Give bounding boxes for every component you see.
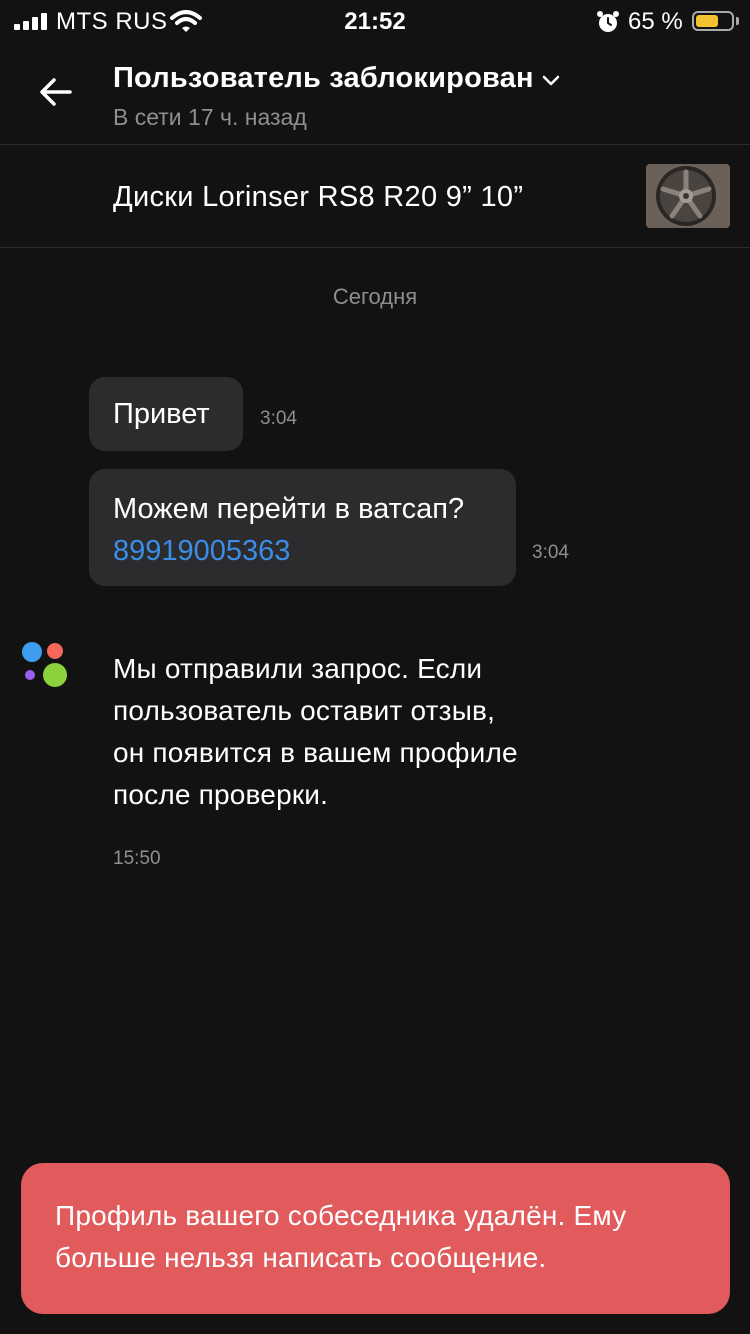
alarm-clock-icon xyxy=(597,11,619,32)
profile-deleted-toast[interactable]: Профиль вашего собеседника удалён. Ему б… xyxy=(21,1163,730,1314)
chat-title: Пользователь заблокирован xyxy=(113,62,534,94)
message-time: 3:04 xyxy=(532,542,569,563)
chevron-down-icon xyxy=(542,75,559,85)
system-message: Мы отправили запрос. Если пользователь о… xyxy=(113,648,583,816)
date-separator: Сегодня xyxy=(332,284,418,309)
listing-title: Диски Lorinser RS8 R20 9” 10” xyxy=(113,181,524,213)
message-time: 3:04 xyxy=(260,408,297,429)
battery-percent: 65 % xyxy=(628,8,683,35)
battery-icon xyxy=(692,11,734,31)
battery-level xyxy=(696,15,718,27)
battery-tip xyxy=(736,17,739,25)
phone-link[interactable]: 89919005363 xyxy=(113,530,492,572)
toast-line: больше нельзя написать сообщение. xyxy=(55,1242,547,1273)
message-text: Можем перейти в ватсап? xyxy=(113,493,465,525)
system-message-line: Мы отправили запрос. Если xyxy=(113,653,483,684)
chat-title-dropdown[interactable]: Пользователь заблокирован xyxy=(113,62,560,95)
online-status: В сети 17 ч. назад xyxy=(113,104,307,130)
system-message-line: он появится в вашем профиле xyxy=(113,737,518,768)
message-text: Привет xyxy=(113,398,210,430)
message-bubble[interactable]: Привет xyxy=(89,377,243,451)
message-bubble[interactable]: Можем перейти в ватсап? 89919005363 xyxy=(89,469,516,586)
message-time: 15:50 xyxy=(113,848,161,869)
service-bot-logo-icon xyxy=(22,642,67,687)
chat-header: Пользователь заблокирован В сети 17 ч. н… xyxy=(0,40,750,145)
toast-line: Профиль вашего собеседника удалён. Ему xyxy=(55,1200,627,1231)
wheel-rim-thumbnail[interactable] xyxy=(646,164,730,228)
listing-bar[interactable]: Диски Lorinser RS8 R20 9” 10” xyxy=(0,145,750,248)
status-bar: MTS RUS 21:52 65 % xyxy=(0,0,750,40)
arrow-left-icon[interactable] xyxy=(36,72,76,112)
system-message-line: после проверки. xyxy=(113,779,329,810)
system-message-line: пользователь оставит отзыв, xyxy=(113,695,496,726)
